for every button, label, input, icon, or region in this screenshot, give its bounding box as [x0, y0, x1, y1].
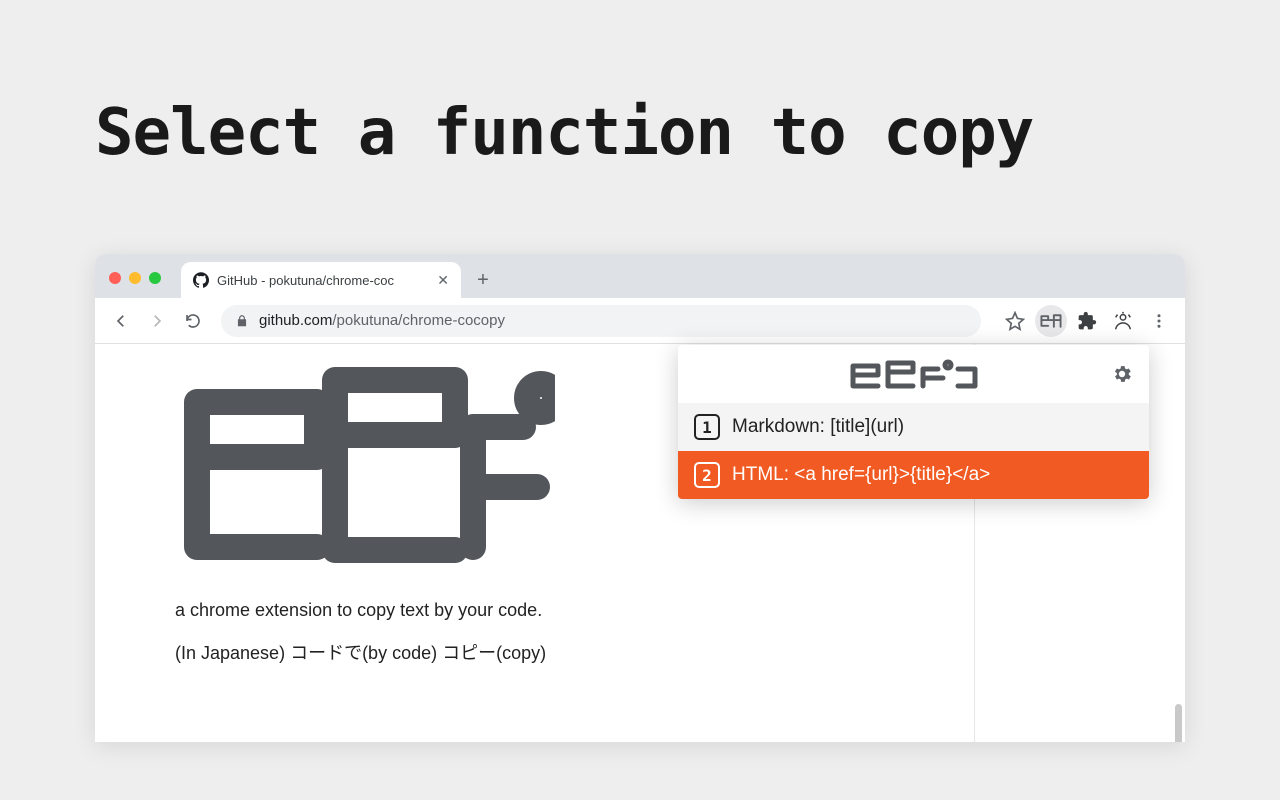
popup-item-label: HTML: <a href={url}>{title}</a> [732, 464, 990, 486]
extensions-puzzle-button[interactable] [1071, 305, 1103, 337]
page-headline: Select a function to copy [95, 96, 1033, 170]
new-tab-button[interactable]: + [469, 266, 497, 294]
bookmark-star-button[interactable] [999, 305, 1031, 337]
popup-settings-button[interactable] [1109, 361, 1135, 387]
page-description-jp: (In Japanese) コードで(by code) コピー(copy) [175, 639, 895, 665]
back-button[interactable] [105, 305, 137, 337]
extension-popup: 1 Markdown: [title](url) 2 HTML: <a href… [678, 345, 1149, 499]
window-minimize-button[interactable] [129, 272, 141, 284]
url-path: /pokutuna/chrome-cocopy [332, 312, 505, 329]
popup-item-label: Markdown: [title](url) [732, 416, 904, 438]
tab-close-button[interactable]: ✕ [435, 272, 451, 289]
window-controls [109, 272, 161, 284]
cocopy-extension-button[interactable] [1035, 305, 1067, 337]
github-icon [193, 272, 209, 288]
popup-header [678, 345, 1149, 403]
lock-icon [235, 314, 249, 328]
browser-tab[interactable]: GitHub - pokutuna/chrome-coc ✕ [181, 262, 461, 298]
cocopy-popup-logo [849, 354, 979, 394]
toolbar: github.com/pokutuna/chrome-cocopy [95, 298, 1185, 344]
chrome-menu-button[interactable] [1143, 305, 1175, 337]
window-zoom-button[interactable] [149, 272, 161, 284]
scrollbar-thumb[interactable] [1175, 704, 1182, 742]
forward-button[interactable] [141, 305, 173, 337]
reload-button[interactable] [177, 305, 209, 337]
popup-item-markdown[interactable]: 1 Markdown: [title](url) [678, 403, 1149, 451]
keycap-2-icon: 2 [694, 462, 720, 488]
address-bar[interactable]: github.com/pokutuna/chrome-cocopy [221, 305, 981, 337]
url-host: github.com [259, 312, 332, 329]
tab-title: GitHub - pokutuna/chrome-coc [217, 273, 427, 288]
window-close-button[interactable] [109, 272, 121, 284]
keycap-1-icon: 1 [694, 414, 720, 440]
cocopy-logo [175, 362, 555, 572]
page-description: a chrome extension to copy text by your … [175, 600, 895, 621]
profile-avatar[interactable] [1107, 305, 1139, 337]
tab-strip: GitHub - pokutuna/chrome-coc ✕ + [95, 254, 1185, 298]
toolbar-right [999, 305, 1175, 337]
url-text: github.com/pokutuna/chrome-cocopy [259, 312, 967, 329]
popup-item-html[interactable]: 2 HTML: <a href={url}>{title}</a> [678, 451, 1149, 499]
